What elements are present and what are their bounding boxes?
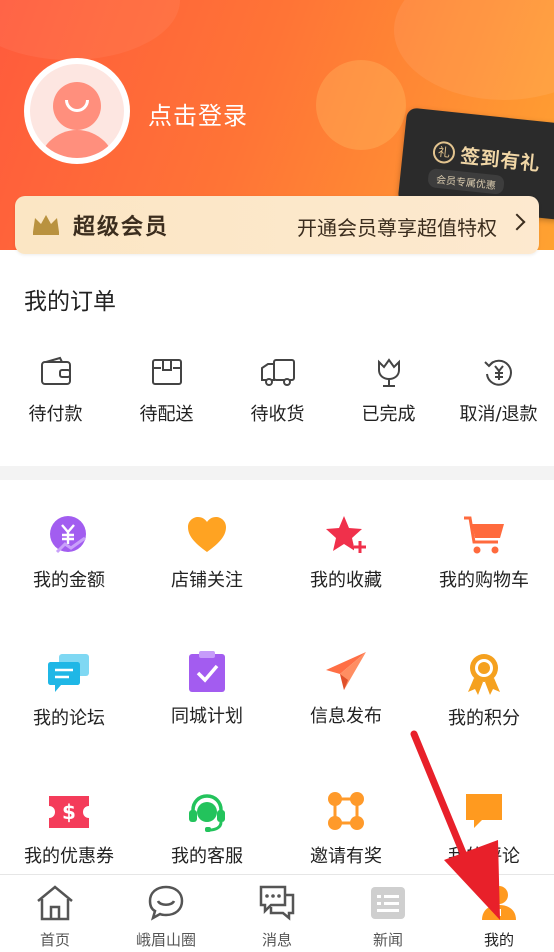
bottom-tab-bar: 首页 峨眉山圈 消息 新闻 我的 — [0, 874, 554, 952]
orders-section-title: 我的订单 — [24, 289, 116, 315]
grid-city-plan[interactable]: 同城计划 — [138, 650, 276, 750]
grid-item-label: 我的优惠券 — [24, 846, 114, 867]
section-divider — [0, 466, 554, 480]
tab-label: 我的 — [483, 931, 514, 949]
grid-store-follow[interactable]: 店铺关注 — [138, 514, 276, 614]
avatar[interactable] — [24, 58, 130, 164]
order-item-label: 取消/退款 — [459, 404, 538, 425]
order-pending-delivery[interactable]: 待配送 — [111, 352, 222, 432]
order-status-row: 待付款 待配送 待收货 已完成 取消/退款 — [0, 352, 554, 432]
tab-emeishan-circle[interactable]: 峨眉山圈 — [111, 875, 221, 952]
grid-item-label: 我的积分 — [448, 708, 520, 729]
tab-label: 峨眉山圈 — [135, 931, 196, 949]
order-pending-receipt[interactable]: 待收货 — [222, 352, 333, 432]
order-cancel-refund[interactable]: 取消/退款 — [443, 352, 554, 432]
sign-card-subtitle: 会员专属优惠 — [427, 167, 505, 195]
chevron-right-icon — [508, 213, 526, 231]
tab-label: 首页 — [39, 931, 70, 949]
smile-bubble-icon — [148, 885, 184, 921]
grid-item-label: 我的论坛 — [33, 708, 105, 729]
header-decoration — [0, 0, 180, 60]
grid-post-info[interactable]: 信息发布 — [277, 650, 415, 750]
clipboard-check-icon — [189, 651, 225, 692]
order-pending-payment[interactable]: 待付款 — [0, 352, 111, 432]
paper-plane-icon — [326, 652, 366, 690]
heart-icon — [188, 517, 226, 552]
vip-banner[interactable]: 超级会员 开通会员尊享超值特权 — [15, 196, 539, 254]
order-item-label: 待收货 — [250, 404, 305, 425]
home-icon — [37, 885, 73, 921]
wallet-icon — [40, 356, 71, 385]
order-item-label: 待付款 — [28, 404, 83, 425]
order-item-label: 待配送 — [139, 404, 194, 425]
grid-item-label: 我的购物车 — [439, 570, 529, 591]
grid-item-label: 我的收藏 — [310, 570, 382, 591]
tab-me[interactable]: 我的 — [444, 875, 554, 952]
sign-card-title: 签到有礼 — [459, 145, 542, 176]
grid-item-label: 同城计划 — [171, 706, 243, 727]
refund-yen-icon — [483, 359, 512, 386]
grid-my-balance[interactable]: 我的金额 — [0, 514, 138, 614]
coupon-icon: $ — [49, 796, 89, 828]
grid-item-label: 信息发布 — [310, 706, 382, 727]
tab-label: 新闻 — [372, 931, 403, 949]
chat-bubbles-icon — [48, 654, 89, 692]
header-decoration — [394, 0, 554, 100]
network-icon — [328, 792, 364, 830]
news-icon — [371, 887, 405, 919]
package-icon — [151, 359, 182, 385]
login-link[interactable]: 点击登录 — [148, 96, 248, 131]
tab-messages[interactable]: 消息 — [222, 875, 332, 952]
svg-text:$: $ — [62, 800, 76, 824]
headset-icon — [189, 794, 225, 832]
vip-title: 超级会员 — [73, 215, 170, 240]
tab-news[interactable]: 新闻 — [333, 875, 443, 952]
grid-item-label: 我的评论 — [448, 846, 520, 867]
order-item-label: 已完成 — [361, 404, 416, 425]
star-plus-icon — [326, 516, 366, 553]
grid-item-label: 店铺关注 — [171, 570, 243, 591]
tab-label: 消息 — [261, 931, 292, 949]
grid-item-label: 我的金额 — [33, 570, 105, 591]
truck-icon — [260, 359, 295, 386]
order-completed[interactable]: 已完成 — [333, 352, 444, 432]
vip-promo-text: 开通会员尊享超值特权 — [297, 216, 497, 240]
header-decoration — [316, 60, 406, 150]
crown-icon — [33, 215, 59, 235]
gift-icon: 礼 — [431, 140, 457, 165]
comment-icon — [466, 794, 502, 828]
tulip-icon — [377, 358, 400, 387]
yen-coin-icon — [50, 516, 86, 554]
medal-icon — [468, 654, 500, 695]
cart-icon — [464, 516, 504, 554]
grid-my-forum[interactable]: 我的论坛 — [0, 652, 138, 752]
grid-my-favorites[interactable]: 我的收藏 — [277, 514, 415, 614]
grid-item-label: 邀请有奖 — [310, 846, 382, 867]
messages-icon — [259, 885, 295, 921]
user-icon — [482, 886, 516, 920]
tab-home[interactable]: 首页 — [0, 875, 110, 952]
grid-item-label: 我的客服 — [171, 846, 243, 867]
grid-my-cart[interactable]: 我的购物车 — [415, 514, 553, 614]
grid-my-points[interactable]: 我的积分 — [415, 652, 553, 752]
